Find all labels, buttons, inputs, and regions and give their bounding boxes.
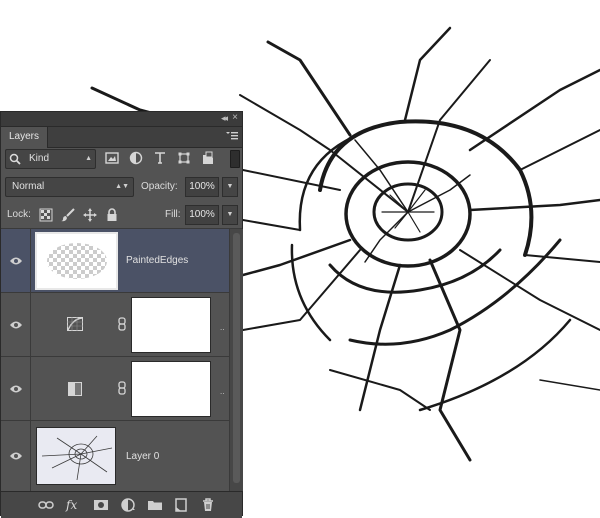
delete-layer-icon[interactable] xyxy=(200,497,216,513)
layer-filter-row: Kind ▲ xyxy=(5,149,240,169)
lock-fill-row: Lock: Fill: 100% ▼ xyxy=(5,205,238,225)
layer-name[interactable]: PaintedEdges xyxy=(126,255,188,266)
layers-bottom-toolbar: fx xyxy=(1,491,242,518)
collapse-panel-icon[interactable]: ◂◂ xyxy=(221,113,228,124)
panel-tab-row: Layers xyxy=(1,127,242,148)
layer-row-layer-0[interactable]: Layer 0 xyxy=(1,421,229,491)
layer-row-painted-edges[interactable]: PaintedEdges xyxy=(1,229,229,293)
layers-panel: ◂◂ × Layers Kind ▲ Normal ▲▼ Opacity: 10… xyxy=(0,111,243,518)
search-icon xyxy=(9,153,21,165)
eye-icon xyxy=(10,257,22,265)
filter-kind-select[interactable]: Kind ▲ xyxy=(5,149,96,169)
add-mask-icon[interactable] xyxy=(93,497,109,513)
close-panel-icon[interactable]: × xyxy=(232,112,238,123)
layer-mask-thumbnail[interactable] xyxy=(131,297,211,353)
adjustment-filter-icon[interactable] xyxy=(129,151,143,165)
fill-input[interactable]: 100% xyxy=(185,205,219,225)
opacity-input[interactable]: 100% xyxy=(185,177,219,197)
opacity-label: Opacity: xyxy=(141,181,178,192)
chevron-updown-icon: ▲▼ xyxy=(115,183,129,190)
visibility-toggle[interactable] xyxy=(1,229,31,292)
visibility-toggle[interactable] xyxy=(1,357,31,420)
blend-opacity-row: Normal ▲▼ Opacity: 100% ▼ xyxy=(5,177,238,197)
tab-layers[interactable]: Layers xyxy=(1,127,49,148)
new-layer-icon[interactable] xyxy=(173,497,189,513)
image-filter-icon[interactable] xyxy=(105,151,119,165)
filter-toggle-switch[interactable] xyxy=(230,150,240,168)
smart-object-filter-icon[interactable] xyxy=(201,151,215,165)
chain-link-icon[interactable] xyxy=(118,381,126,395)
opacity-dropdown-button[interactable]: ▼ xyxy=(222,177,238,197)
blend-mode-select[interactable]: Normal ▲▼ xyxy=(5,177,134,197)
more-indicator: .. xyxy=(220,387,225,396)
layer-thumbnail[interactable] xyxy=(35,232,118,290)
fx-icon[interactable]: fx xyxy=(66,497,82,513)
scrollbar-thumb[interactable] xyxy=(233,233,240,483)
blend-mode-value: Normal xyxy=(12,181,45,192)
layers-list: PaintedEdges .. .. Layer 0 xyxy=(1,229,229,491)
layer-thumbnail[interactable] xyxy=(36,427,116,485)
eye-icon xyxy=(10,452,22,460)
more-indicator: .. xyxy=(220,323,225,332)
chevron-updown-icon: ▲ xyxy=(85,155,92,162)
type-filter-icon[interactable] xyxy=(153,151,167,165)
shape-filter-icon[interactable] xyxy=(177,151,191,165)
lock-all-icon[interactable] xyxy=(105,208,119,222)
levels-adjustment-icon[interactable] xyxy=(68,382,82,396)
fill-dropdown-button[interactable]: ▼ xyxy=(222,205,238,225)
new-group-icon[interactable] xyxy=(147,497,163,513)
layers-scrollbar[interactable] xyxy=(229,229,243,491)
chain-link-icon[interactable] xyxy=(118,317,126,331)
filter-kind-label: Kind xyxy=(29,153,50,164)
eye-icon xyxy=(10,385,22,393)
layer-row-levels-adjustment[interactable]: .. xyxy=(1,357,229,421)
lock-transparent-pixels-icon[interactable] xyxy=(39,208,53,222)
fill-label: Fill: xyxy=(165,209,181,220)
visibility-toggle[interactable] xyxy=(1,421,31,491)
layer-name[interactable]: Layer 0 xyxy=(126,451,159,462)
visibility-toggle[interactable] xyxy=(1,293,31,356)
eye-icon xyxy=(10,321,22,329)
link-layers-icon[interactable] xyxy=(38,497,54,513)
panel-menu-icon[interactable] xyxy=(226,131,238,141)
layer-row-curves-adjustment[interactable]: .. xyxy=(1,293,229,357)
layer-mask-thumbnail[interactable] xyxy=(131,361,211,417)
lock-image-pixels-brush-icon[interactable] xyxy=(61,208,75,222)
new-adjustment-icon[interactable] xyxy=(120,497,136,513)
curves-adjustment-icon[interactable] xyxy=(67,317,83,331)
panel-title-strip[interactable]: ◂◂ × xyxy=(1,112,242,127)
lock-label: Lock: xyxy=(7,209,31,220)
lock-position-move-icon[interactable] xyxy=(83,208,97,222)
